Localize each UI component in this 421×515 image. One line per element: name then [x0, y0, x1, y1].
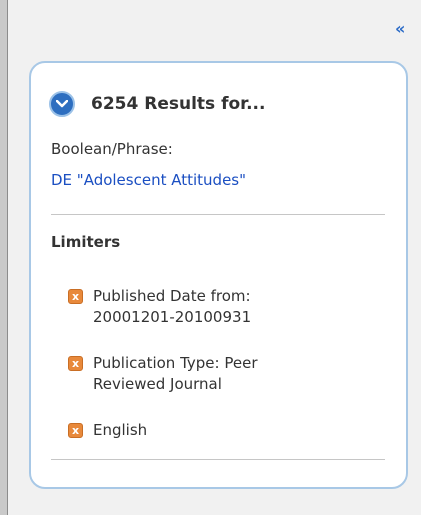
search-mode-label: Boolean/Phrase: — [51, 140, 173, 158]
collapse-panel-icon[interactable]: « — [395, 21, 405, 37]
limiters-heading: Limiters — [51, 233, 121, 251]
search-query-link[interactable]: DE "Adolescent Attitudes" — [51, 171, 246, 189]
divider — [51, 214, 385, 215]
divider — [51, 459, 385, 460]
limiter-label: Published Date from: 20001201-20100931 — [93, 287, 252, 326]
chevron-down-icon[interactable] — [49, 91, 75, 117]
window-left-border — [0, 0, 8, 515]
results-count-title: 6254 Results for... — [91, 94, 266, 114]
results-header: 6254 Results for... — [49, 91, 265, 117]
limiter-item-publication-type: x Publication Type: Peer Reviewed Journa… — [68, 353, 323, 395]
remove-limiter-icon[interactable]: x — [68, 289, 83, 304]
results-panel: 6254 Results for... Boolean/Phrase: DE "… — [29, 61, 408, 489]
remove-limiter-icon[interactable]: x — [68, 423, 83, 438]
limiter-item-language: x English — [68, 420, 323, 441]
limiter-item-date: x Published Date from: 20001201-20100931 — [68, 286, 323, 328]
remove-limiter-icon[interactable]: x — [68, 356, 83, 371]
limiter-label: English — [93, 421, 148, 439]
limiter-label: Publication Type: Peer Reviewed Journal — [93, 354, 258, 393]
